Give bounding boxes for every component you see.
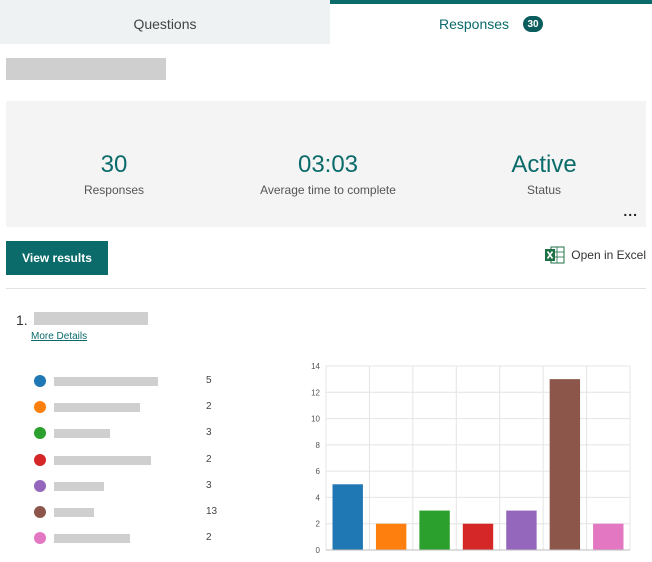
tab-responses-label: Responses <box>438 16 510 32</box>
more-details-link[interactable]: More Details <box>31 331 87 342</box>
y-tick-label: 4 <box>316 493 321 502</box>
tab-questions[interactable]: Questions <box>0 0 330 44</box>
bar <box>593 523 624 550</box>
summary-card: 30 Responses 03:03 Average time to compl… <box>6 101 646 227</box>
open-in-excel-button[interactable]: Open in Excel <box>545 246 646 264</box>
y-tick-label: 8 <box>316 441 321 450</box>
legend-dot <box>34 427 46 440</box>
status-label: Status <box>526 183 562 197</box>
legend-item: 3 <box>34 479 224 505</box>
bar <box>419 510 450 550</box>
y-tick-label: 12 <box>311 388 320 397</box>
average-time-value: 03:03 <box>297 151 359 178</box>
option-count: 2 <box>206 453 212 465</box>
legend-dot <box>34 375 46 387</box>
option-count: 3 <box>206 479 212 491</box>
y-tick-label: 2 <box>316 520 321 529</box>
option-label-placeholder <box>54 481 104 491</box>
legend-dot <box>34 479 46 492</box>
option-label-placeholder <box>54 455 151 465</box>
more-options-icon[interactable]: ... <box>623 203 638 219</box>
tab-bar: Questions Responses 30 <box>0 0 652 44</box>
option-label-placeholder <box>54 377 158 386</box>
legend-dot <box>34 453 46 466</box>
responses-value: 30 <box>100 151 128 178</box>
legend-dot <box>34 505 46 518</box>
option-count: 2 <box>206 532 212 544</box>
option-label-placeholder <box>54 534 130 544</box>
question-title-placeholder <box>34 312 148 325</box>
legend-item: 5 <box>34 374 224 400</box>
average-time-label: Average time to complete <box>260 183 396 197</box>
option-count: 3 <box>206 427 212 439</box>
option-label-placeholder <box>54 429 110 439</box>
legend-item: 2 <box>34 531 224 557</box>
option-count: 2 <box>206 401 212 413</box>
bar <box>506 510 537 550</box>
bar <box>375 523 407 550</box>
option-label-placeholder <box>54 403 140 413</box>
option-label-placeholder <box>54 507 94 517</box>
legend-dot <box>34 401 46 414</box>
form-title-placeholder <box>6 58 166 80</box>
responses-stat: 30 Responses <box>14 151 214 197</box>
status-value: Active <box>511 151 577 178</box>
section-divider <box>6 288 646 289</box>
bar <box>462 523 494 550</box>
view-results-button[interactable]: View results <box>6 241 108 275</box>
tab-questions-label: Questions <box>133 16 197 32</box>
option-count: 5 <box>206 375 212 386</box>
status-stat: Active Status <box>444 151 644 197</box>
responses-label: Responses <box>83 183 145 197</box>
bar <box>332 484 363 550</box>
legend-item: 2 <box>34 453 224 479</box>
option-count: 13 <box>206 505 218 517</box>
legend-item: 13 <box>34 505 224 531</box>
responses-count-badge: 30 <box>523 16 544 32</box>
legend-item: 3 <box>34 426 224 452</box>
question-number: 1. <box>16 312 28 328</box>
y-tick-label: 10 <box>311 415 320 424</box>
responses-bar-chart: 0 2 4 6 8 10 12 14 <box>311 362 631 555</box>
average-time-stat: 03:03 Average time to complete <box>228 151 428 197</box>
y-tick-label: 14 <box>311 362 320 371</box>
option-legend: 5 2 3 2 3 13 2 <box>34 374 224 557</box>
excel-icon <box>545 246 565 264</box>
tab-responses[interactable]: Responses 30 <box>330 0 652 44</box>
bar <box>549 379 581 550</box>
legend-dot <box>34 532 46 545</box>
y-tick-label: 6 <box>316 467 321 476</box>
legend-item: 2 <box>34 400 224 426</box>
open-in-excel-label: Open in Excel <box>571 248 646 262</box>
y-tick-label: 0 <box>316 546 321 555</box>
